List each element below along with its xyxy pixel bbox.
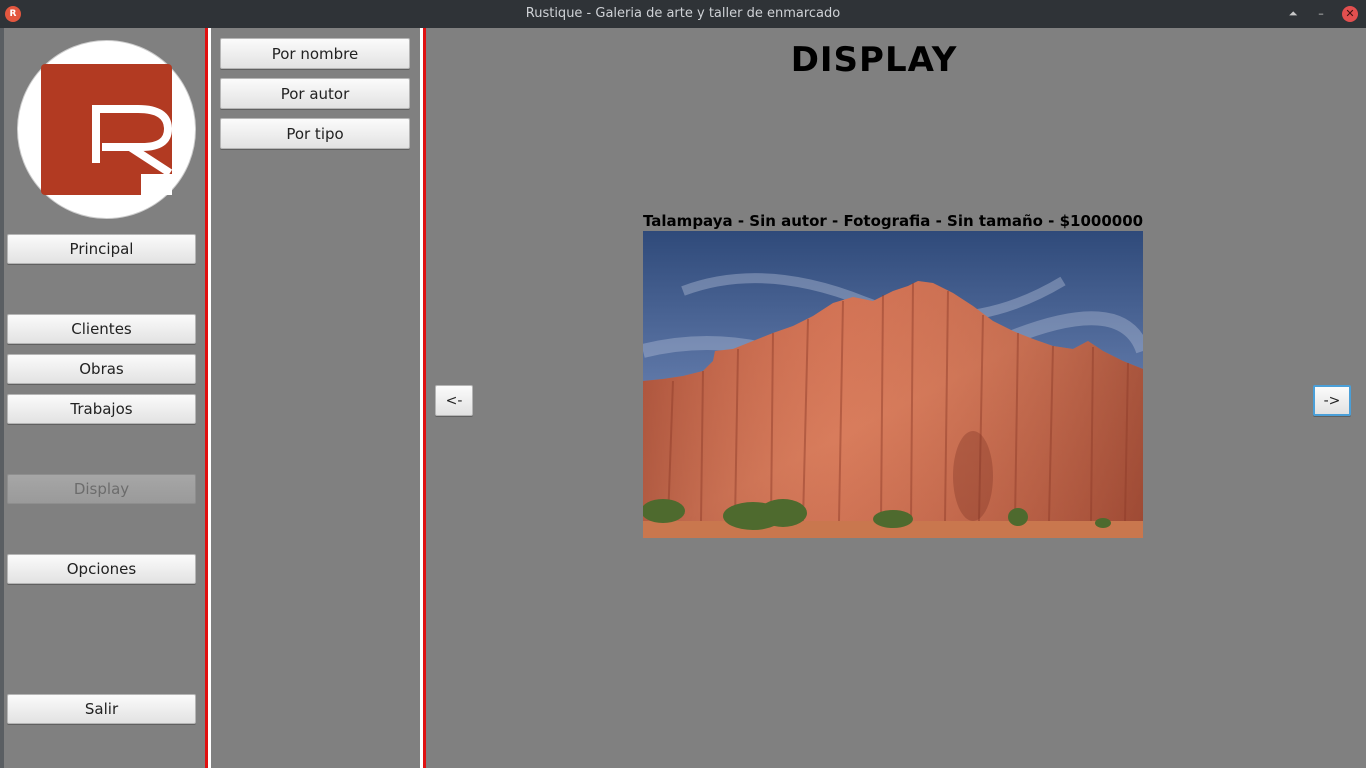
nav-display-button: Display xyxy=(7,474,196,504)
close-icon[interactable]: ✕ xyxy=(1342,6,1358,22)
artwork-caption: Talampaya - Sin autor - Fotografia - Sin… xyxy=(643,212,1144,230)
minimize-icon[interactable]: – xyxy=(1312,5,1330,23)
logo-r-mark xyxy=(41,64,173,195)
sort-by-name-button[interactable]: Por nombre xyxy=(220,38,410,69)
nav-obras-button[interactable]: Obras xyxy=(7,354,196,384)
sort-by-type-button[interactable]: Por tipo xyxy=(220,118,410,149)
page-title: DISPLAY xyxy=(790,40,958,80)
keep-above-icon[interactable]: ⏶ xyxy=(1284,5,1302,23)
nav-salir-button[interactable]: Salir xyxy=(7,694,196,724)
talampaya-photo xyxy=(643,231,1143,538)
sort-by-author-button[interactable]: Por autor xyxy=(220,78,410,109)
window-title: Rustique - Galeria de arte y taller de e… xyxy=(525,6,841,21)
sort-panel: Por nombre Por autor Por tipo xyxy=(211,28,420,768)
display-area: DISPLAY <- Talampaya - Sin autor - Fotog… xyxy=(426,28,1366,768)
window-titlebar: R Rustique - Galeria de arte y taller de… xyxy=(0,0,1366,28)
next-artwork-button[interactable]: -> xyxy=(1313,385,1351,416)
logo xyxy=(17,40,196,219)
nav-clientes-button[interactable]: Clientes xyxy=(7,314,196,344)
nav-opciones-button[interactable]: Opciones xyxy=(7,554,196,584)
previous-artwork-button[interactable]: <- xyxy=(435,385,473,416)
nav-trabajos-button[interactable]: Trabajos xyxy=(7,394,196,424)
sidebar: Principal Clientes Obras Trabajos Displa… xyxy=(0,28,205,768)
artwork-image xyxy=(643,231,1143,538)
nav-principal-button[interactable]: Principal xyxy=(7,234,196,264)
